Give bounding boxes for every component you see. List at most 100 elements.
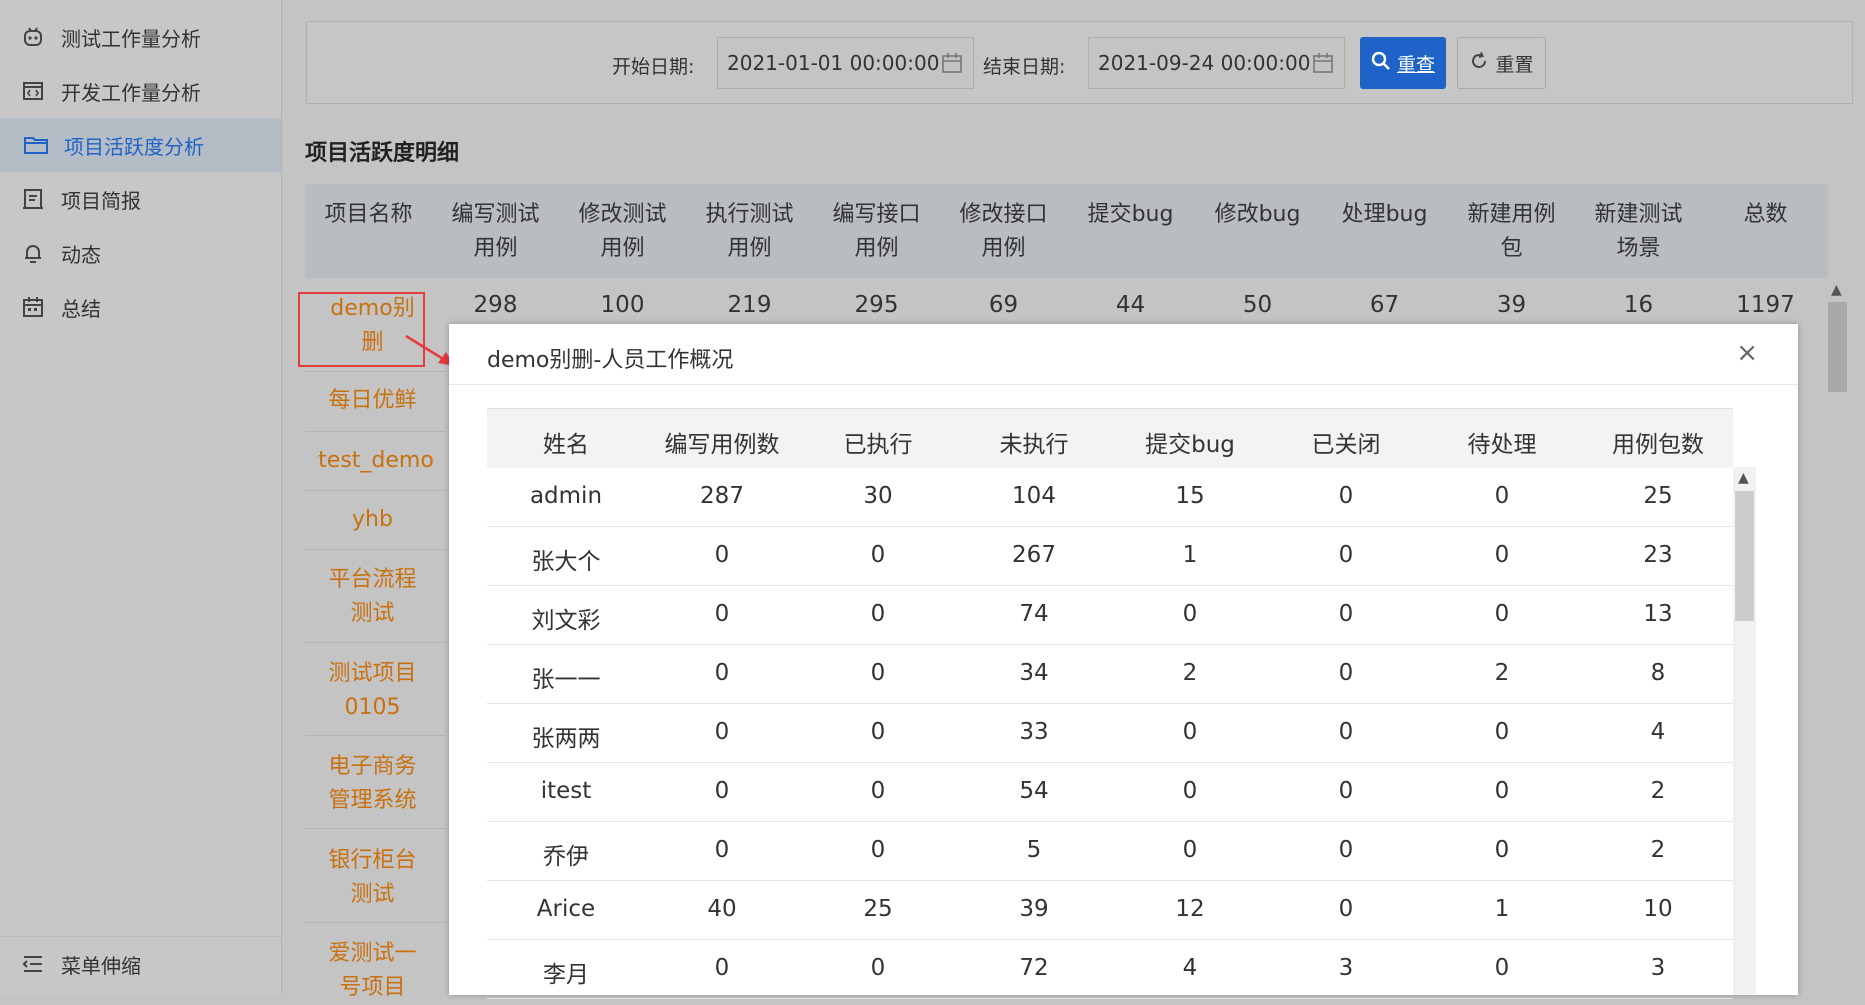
sidebar-item-test-workload[interactable]: 测试工作量分析 [0, 10, 281, 64]
table-cell: 0 [1494, 542, 1510, 568]
project-link[interactable]: test_demo [308, 444, 444, 478]
project-link[interactable]: 测试项目 0105 [305, 657, 440, 725]
table-cell: 0 [1182, 778, 1198, 804]
row-divider [305, 922, 446, 923]
row-divider [305, 490, 446, 491]
table-cell: 30 [863, 483, 893, 509]
table-cell: 2 [1650, 778, 1666, 804]
table-cell: 44 [1115, 292, 1146, 318]
column-header: 执行测试 用例 [705, 202, 794, 261]
column-header: 修改测试 用例 [578, 202, 667, 261]
reset-button[interactable]: 重置 [1457, 37, 1546, 89]
column-header: 修改接口 用例 [959, 202, 1048, 261]
table-cell: 0 [1338, 719, 1354, 745]
table-cell: 1197 [1736, 292, 1795, 318]
table-cell: 2 [1650, 837, 1666, 863]
table-cell: 0 [870, 601, 886, 627]
robot-icon [19, 23, 47, 51]
project-link[interactable]: 平台流程 测试 [305, 563, 440, 631]
table-cell: 23 [1643, 542, 1673, 568]
table-cell: 39 [1496, 292, 1527, 318]
table-cell: 0 [1494, 837, 1510, 863]
sidebar-item-summary[interactable]: 总结 [0, 280, 281, 334]
table-cell: 74 [1019, 601, 1049, 627]
table-cell: 25 [863, 896, 893, 922]
modal-title: demo别删-人员工作概况 [487, 348, 734, 373]
table-cell: 0 [1494, 719, 1510, 745]
table-cell: 10 [1643, 896, 1673, 922]
table-cell: 0 [1338, 837, 1354, 863]
table-cell: 0 [1338, 660, 1354, 686]
table-cell: 4 [1182, 955, 1198, 981]
project-link[interactable]: 每日优鲜 [305, 384, 440, 418]
project-link[interactable]: 银行柜台 测试 [305, 844, 440, 912]
menu-collapse-button[interactable]: 菜单伸缩 [0, 936, 281, 991]
table-cell: 0 [714, 955, 730, 981]
person-workload-modal: demo别删-人员工作概况 × 姓名 编写用例数 已执行 未执行 提交bug 已… [449, 324, 1798, 999]
table-cell: 104 [1012, 483, 1056, 509]
table-cell: 34 [1019, 660, 1049, 686]
table-cell: 0 [1182, 719, 1198, 745]
section-title: 项目活跃度明细 [305, 141, 460, 166]
table-row: 李月 0 0 72 4 3 0 3 [487, 939, 1733, 999]
calendar-icon [19, 293, 47, 321]
column-header: 新建测试 场景 [1594, 202, 1683, 261]
scroll-up-icon[interactable]: ▲ [1831, 282, 1842, 298]
end-date-input[interactable]: 2021-09-24 00:00:00 [1088, 37, 1345, 89]
table-cell: 298 [473, 292, 518, 318]
table-cell: 0 [1338, 542, 1354, 568]
table-cell: 0 [1494, 955, 1510, 981]
project-table-header: 项目名称 编写测试 用例 修改测试 用例 执行测试 用例 编写接口 用例 修改接口 用例 … [305, 184, 1828, 278]
row-divider [305, 431, 446, 432]
table-cell: 4 [1650, 719, 1666, 745]
row-divider [305, 371, 446, 372]
table-cell: 0 [1494, 601, 1510, 627]
table-row: Arice 40 25 39 12 0 1 10 [487, 880, 1733, 940]
table-cell: 0 [1338, 896, 1354, 922]
table-cell: 13 [1643, 601, 1673, 627]
table-row: 张一一 0 0 34 2 0 2 8 [487, 644, 1733, 704]
project-link[interactable]: 电子商务 管理系统 [305, 750, 440, 818]
table-cell: 张一一 [531, 667, 601, 693]
table-cell: 刘文彩 [531, 608, 601, 634]
search-icon [1371, 51, 1391, 76]
code-window-icon [19, 77, 47, 105]
table-cell: 16 [1623, 292, 1654, 318]
sidebar-item-project-activity[interactable]: 项目活跃度分析 [0, 118, 281, 172]
table-cell: 0 [870, 778, 886, 804]
table-row: itest 0 0 54 0 0 0 2 [487, 762, 1733, 822]
column-header: 编写测试 用例 [451, 202, 540, 261]
scroll-up-icon[interactable]: ▲ [1738, 470, 1749, 486]
reset-button-label: 重置 [1495, 53, 1534, 76]
table-cell: 1 [1494, 896, 1510, 922]
search-button[interactable]: 重查 [1360, 37, 1446, 89]
modal-scrollbar[interactable]: ▲ [1733, 467, 1756, 995]
start-date-value: 2021-01-01 00:00:00 [727, 51, 940, 75]
table-cell: 1 [1182, 542, 1198, 568]
column-header: 新建用例包 [1467, 202, 1556, 261]
table-cell: 3 [1338, 955, 1354, 981]
sidebar-item-project-brief[interactable]: 项目简报 [0, 172, 281, 226]
table-cell: 李月 [543, 962, 589, 988]
folder-icon [22, 131, 50, 159]
table-cell: 0 [870, 660, 886, 686]
sidebar-item-label: 总结 [61, 296, 101, 321]
project-link[interactable]: yhb [305, 503, 440, 537]
table-cell: 0 [714, 542, 730, 568]
sidebar-item-dynamics[interactable]: 动态 [0, 226, 281, 280]
table-cell: 0 [1338, 483, 1354, 509]
start-date-input[interactable]: 2021-01-01 00:00:00 [717, 37, 974, 89]
scrollbar-thumb[interactable] [1828, 302, 1847, 392]
main-scrollbar[interactable]: ▲ [1826, 278, 1849, 995]
close-icon[interactable]: × [1736, 338, 1758, 368]
scrollbar-thumb[interactable] [1735, 491, 1754, 621]
column-header: 项目名称 [324, 202, 413, 227]
sidebar-item-dev-workload[interactable]: 开发工作量分析 [0, 64, 281, 118]
sidebar: 测试工作量分析 开发工作量分析 项目活跃度分析 项目简报 动态 总结 菜单伸缩 [0, 0, 282, 995]
calendar-icon [941, 52, 963, 79]
column-header: 处理bug [1341, 202, 1428, 227]
table-cell: 0 [1338, 778, 1354, 804]
table-cell: 张大个 [531, 549, 601, 575]
sidebar-item-label: 项目简报 [61, 188, 141, 213]
row-divider [305, 828, 446, 829]
